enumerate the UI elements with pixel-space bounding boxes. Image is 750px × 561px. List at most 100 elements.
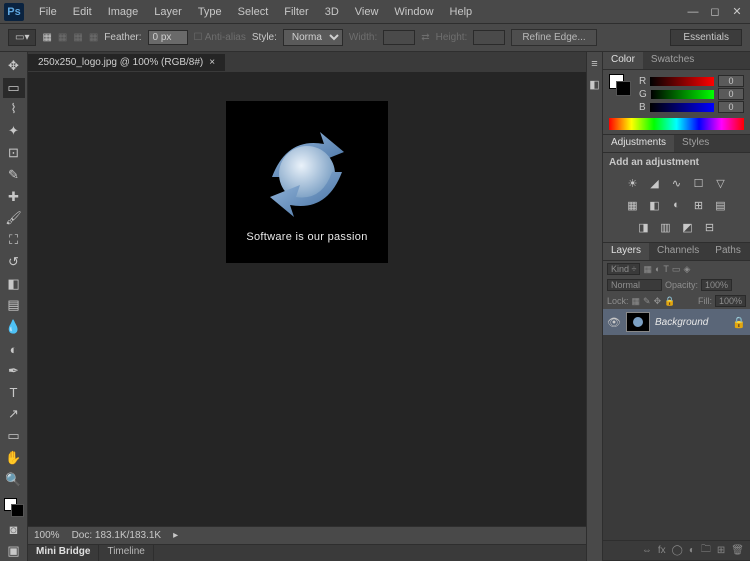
r-value[interactable]: 0: [718, 75, 744, 87]
tab-channels[interactable]: Channels: [649, 243, 707, 260]
filter-smart-icon[interactable]: ◈: [683, 264, 690, 275]
foreground-background-swatch[interactable]: [4, 498, 24, 518]
lasso-tool-icon[interactable]: ⌇: [3, 100, 25, 120]
history-brush-tool-icon[interactable]: ↺: [3, 252, 25, 272]
selection-mode-int-icon[interactable]: ▦: [89, 32, 98, 43]
dock-properties-icon[interactable]: ◧: [589, 78, 599, 91]
color-preview-swatch[interactable]: [609, 74, 631, 96]
adj-mixer-icon[interactable]: ⊞: [691, 198, 707, 212]
adj-exposure-icon[interactable]: ☐: [691, 176, 707, 190]
spectrum-bar[interactable]: [609, 118, 744, 130]
path-tool-icon[interactable]: ↗: [3, 405, 25, 425]
tab-paths[interactable]: Paths: [707, 243, 749, 260]
tool-preset-icon[interactable]: ▭▾: [8, 29, 36, 46]
gradient-tool-icon[interactable]: ▤: [3, 296, 25, 316]
lock-pos-icon[interactable]: ✥: [654, 296, 662, 307]
document-tab[interactable]: 250x250_logo.jpg @ 100% (RGB/8#) ×: [28, 54, 225, 71]
document-tab-close-icon[interactable]: ×: [209, 57, 215, 68]
tab-timeline[interactable]: Timeline: [99, 545, 153, 561]
selection-mode-add-icon[interactable]: ▦: [58, 32, 67, 43]
zoom-level[interactable]: 100%: [34, 530, 60, 541]
adj-levels-icon[interactable]: ◢: [647, 176, 663, 190]
adj-curves-icon[interactable]: ∿: [669, 176, 685, 190]
tab-swatches[interactable]: Swatches: [643, 52, 702, 69]
blur-tool-icon[interactable]: 💧: [3, 317, 25, 337]
menu-file[interactable]: File: [32, 4, 64, 20]
menu-image[interactable]: Image: [101, 4, 146, 20]
adj-photo-icon[interactable]: ◐: [669, 198, 685, 212]
adj-posterize-icon[interactable]: ▥: [658, 220, 674, 234]
feather-input[interactable]: [148, 30, 188, 45]
menu-edit[interactable]: Edit: [66, 4, 99, 20]
b-value[interactable]: 0: [718, 101, 744, 113]
menu-view[interactable]: View: [348, 4, 386, 20]
filter-shape-icon[interactable]: ▭: [672, 264, 681, 275]
adj-hue-icon[interactable]: ▦: [625, 198, 641, 212]
mask-icon[interactable]: ◯: [672, 545, 683, 556]
window-minimize-icon[interactable]: —: [684, 5, 702, 19]
adj-invert-icon[interactable]: ◨: [636, 220, 652, 234]
fx-icon[interactable]: fx: [658, 545, 666, 556]
lock-pixel-icon[interactable]: ✎: [643, 296, 651, 307]
refine-edge-button[interactable]: Refine Edge...: [511, 29, 596, 46]
adj-selcolor-icon[interactable]: ⊟: [702, 220, 718, 234]
filter-adj-icon[interactable]: ◐: [655, 264, 660, 274]
wand-tool-icon[interactable]: ✦: [3, 121, 25, 141]
new-adj-icon[interactable]: ◐: [689, 545, 695, 556]
tab-minibridge[interactable]: Mini Bridge: [28, 545, 99, 561]
tab-adjustments[interactable]: Adjustments: [603, 135, 674, 152]
lock-all-icon[interactable]: 🔒: [664, 296, 675, 307]
tab-layers[interactable]: Layers: [603, 243, 649, 260]
menu-type[interactable]: Type: [191, 4, 229, 20]
b-slider[interactable]: [650, 103, 714, 112]
adj-threshold-icon[interactable]: ◩: [680, 220, 696, 234]
document-canvas[interactable]: Software is our passion: [227, 102, 387, 262]
marquee-tool-icon[interactable]: ▭: [3, 78, 25, 98]
link-layers-icon[interactable]: ⇔: [642, 545, 652, 556]
move-tool-icon[interactable]: ✥: [3, 56, 25, 76]
status-menu-icon[interactable]: ▸: [173, 530, 178, 541]
layer-thumbnail[interactable]: [626, 312, 650, 332]
eyedropper-tool-icon[interactable]: ✎: [3, 165, 25, 185]
tab-styles[interactable]: Styles: [674, 135, 717, 152]
menu-select[interactable]: Select: [231, 4, 276, 20]
layer-row-background[interactable]: 👁 Background 🔒: [603, 309, 750, 335]
quickmask-icon[interactable]: ◙: [3, 519, 25, 539]
screenmode-icon[interactable]: ▣: [3, 541, 25, 561]
shape-tool-icon[interactable]: ▭: [3, 426, 25, 446]
dodge-tool-icon[interactable]: ◐: [3, 339, 25, 359]
adj-bw-icon[interactable]: ◧: [647, 198, 663, 212]
selection-mode-sub-icon[interactable]: ▦: [73, 32, 82, 43]
menu-filter[interactable]: Filter: [277, 4, 315, 20]
brush-tool-icon[interactable]: 🖌: [3, 208, 25, 228]
adj-brightness-icon[interactable]: ☀: [625, 176, 641, 190]
g-value[interactable]: 0: [718, 88, 744, 100]
g-slider[interactable]: [651, 90, 714, 99]
menu-3d[interactable]: 3D: [318, 4, 346, 20]
heal-tool-icon[interactable]: ✚: [3, 187, 25, 207]
style-select[interactable]: Normal: [283, 29, 343, 46]
filter-pixel-icon[interactable]: ▦: [643, 264, 652, 275]
menu-help[interactable]: Help: [443, 4, 480, 20]
adj-lookup-icon[interactable]: ▤: [713, 198, 729, 212]
tab-color[interactable]: Color: [603, 52, 643, 69]
blend-mode-select[interactable]: Normal: [607, 279, 662, 291]
opacity-value[interactable]: 100%: [701, 279, 732, 291]
window-close-icon[interactable]: ✕: [728, 5, 746, 19]
crop-tool-icon[interactable]: ⊡: [3, 143, 25, 163]
eraser-tool-icon[interactable]: ◧: [3, 274, 25, 294]
layer-filter-kind[interactable]: Kind ÷: [607, 263, 640, 275]
zoom-tool-icon[interactable]: 🔍: [3, 470, 25, 490]
hand-tool-icon[interactable]: ✋: [3, 448, 25, 468]
filter-type-icon[interactable]: T: [663, 264, 669, 274]
workspace-essentials-button[interactable]: Essentials: [670, 29, 742, 46]
new-group-icon[interactable]: 🗀: [701, 542, 711, 559]
menu-layer[interactable]: Layer: [147, 4, 189, 20]
stamp-tool-icon[interactable]: ⛶: [3, 230, 25, 250]
selection-mode-new-icon[interactable]: ▦: [42, 32, 51, 43]
lock-trans-icon[interactable]: ▦: [632, 296, 641, 307]
menu-window[interactable]: Window: [387, 4, 440, 20]
fill-value[interactable]: 100%: [715, 295, 746, 307]
type-tool-icon[interactable]: T: [3, 383, 25, 403]
window-maximize-icon[interactable]: ◻: [706, 5, 724, 19]
